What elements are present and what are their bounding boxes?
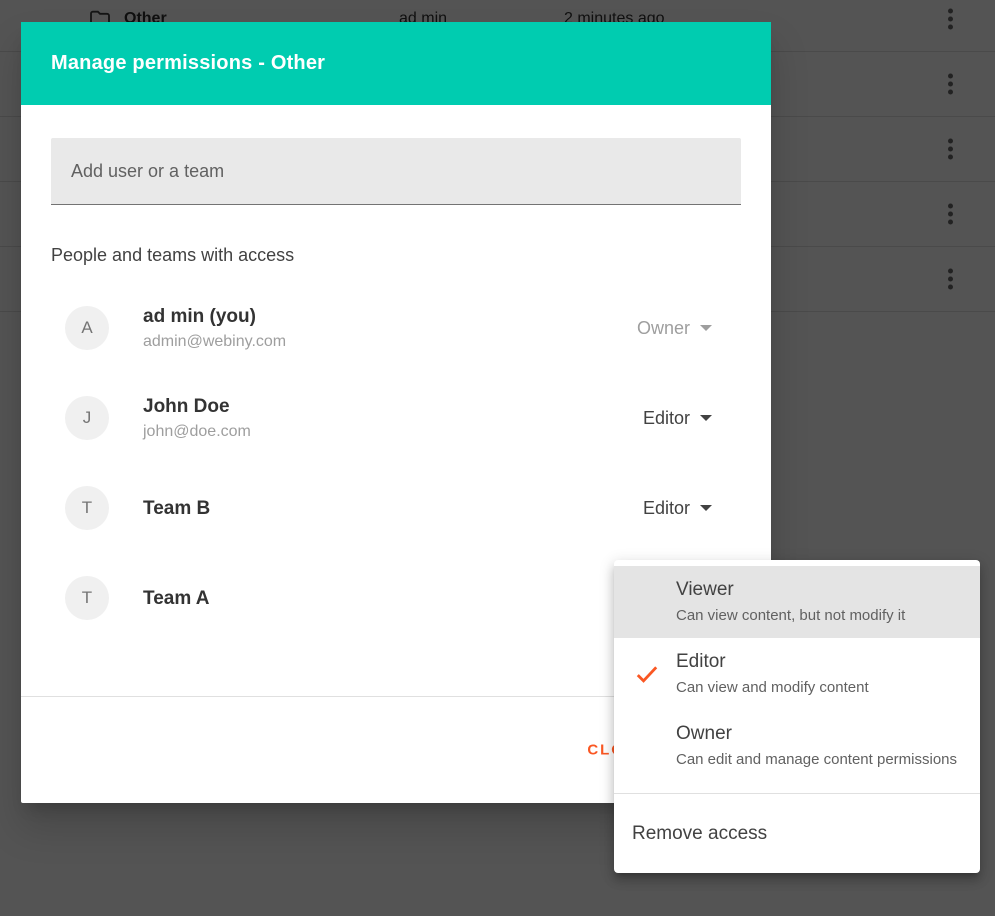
menu-option-remove-access[interactable]: Remove access	[614, 794, 980, 873]
role-select[interactable]: Editor	[643, 498, 712, 519]
option-description: Can view and modify content	[676, 677, 960, 698]
avatar: J	[65, 396, 109, 440]
role-label: Owner	[637, 318, 690, 339]
chevron-down-icon	[700, 325, 712, 331]
menu-option-owner[interactable]: Owner Can edit and manage content permis…	[614, 710, 980, 782]
avatar: T	[65, 576, 109, 620]
option-label: Viewer	[676, 576, 960, 603]
role-label: Editor	[643, 498, 690, 519]
menu-gap	[614, 782, 980, 793]
role-select-owner: Owner	[637, 318, 712, 339]
menu-option-editor[interactable]: Editor Can view and modify content	[614, 638, 980, 710]
option-description: Can edit and manage content permissions	[676, 749, 960, 770]
avatar: A	[65, 306, 109, 350]
role-menu: Viewer Can view content, but not modify …	[614, 560, 980, 873]
chevron-down-icon	[700, 415, 712, 421]
avatar: T	[65, 486, 109, 530]
member-name: ad min (you)	[143, 304, 286, 329]
option-label: Owner	[676, 720, 960, 747]
add-user-input[interactable]: Add user or a team	[51, 138, 741, 205]
member-name: John Doe	[143, 394, 251, 419]
role-label: Editor	[643, 408, 690, 429]
check-icon	[634, 661, 660, 687]
member-row: J John Doe john@doe.com Editor	[51, 373, 741, 463]
add-user-placeholder: Add user or a team	[71, 161, 224, 182]
member-name: Team A	[143, 586, 210, 611]
member-row: A ad min (you) admin@webiny.com Owner	[51, 283, 741, 373]
section-label: People and teams with access	[51, 243, 741, 267]
option-label: Editor	[676, 648, 960, 675]
dialog-title: Manage permissions - Other	[51, 52, 325, 75]
member-email: admin@webiny.com	[143, 331, 286, 352]
dialog-header: Manage permissions - Other	[21, 22, 771, 105]
role-select[interactable]: Editor	[643, 408, 712, 429]
member-name: Team B	[143, 496, 210, 521]
member-email: john@doe.com	[143, 421, 251, 442]
option-description: Can view content, but not modify it	[676, 605, 960, 626]
chevron-down-icon	[700, 505, 712, 511]
menu-option-viewer[interactable]: Viewer Can view content, but not modify …	[614, 566, 980, 638]
member-row: T Team B Editor	[51, 463, 741, 553]
